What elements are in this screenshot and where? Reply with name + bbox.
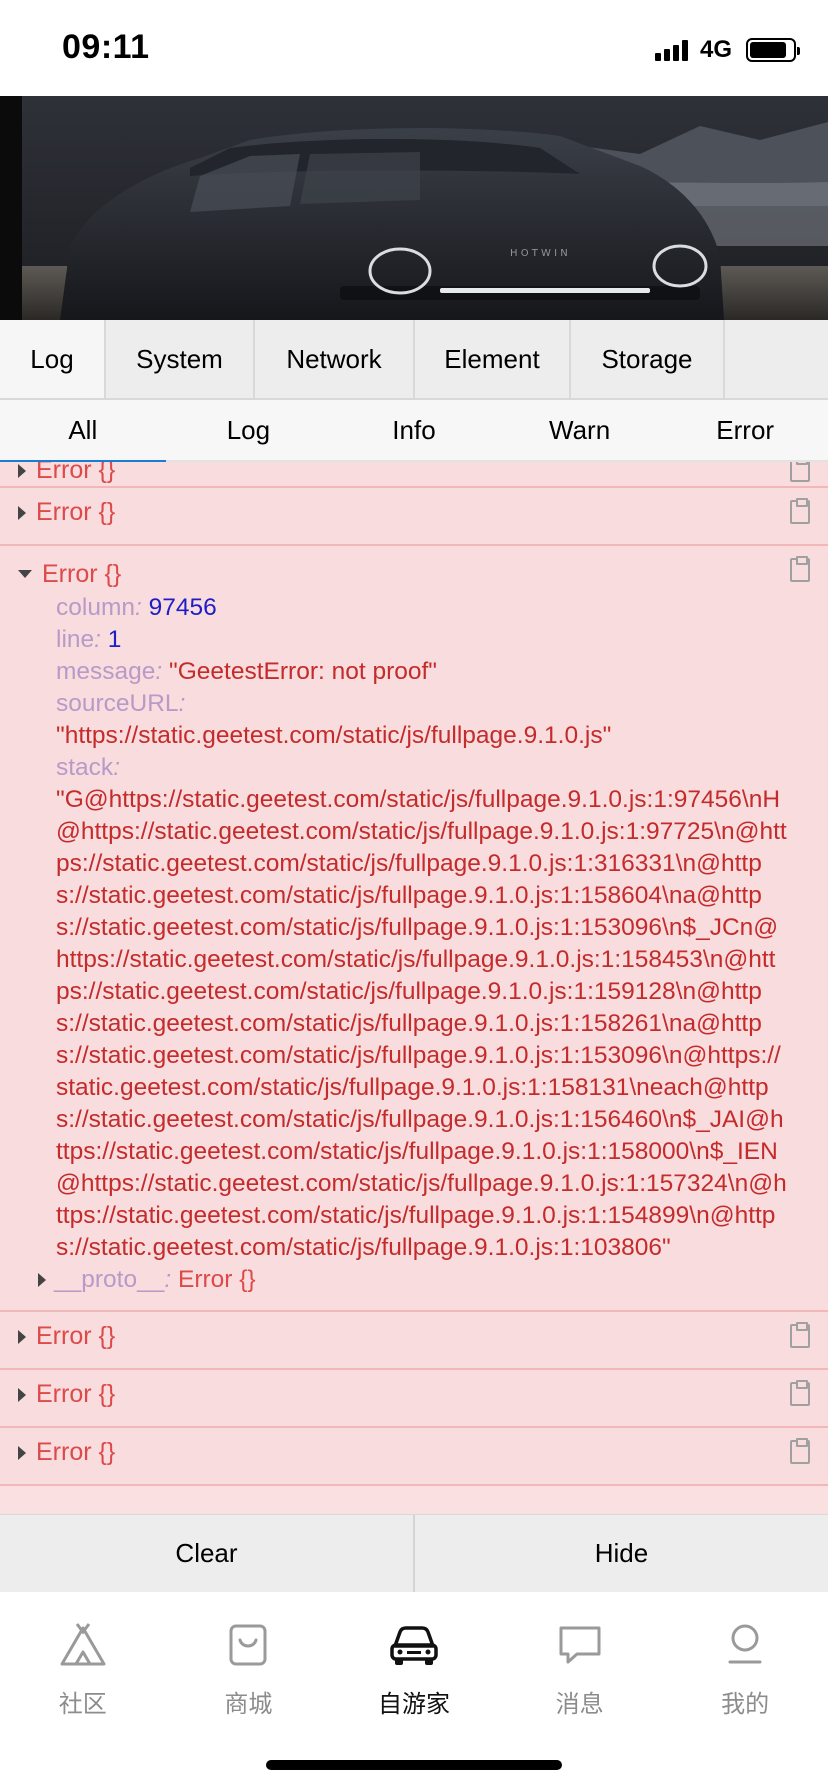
signal-icon [654, 39, 688, 61]
hide-button[interactable]: Hide [413, 1515, 828, 1592]
status-bar: 09:11 4G [0, 0, 828, 96]
car-illustration: H O T W I N [0, 96, 828, 320]
log-entry-label: Error {} [36, 462, 116, 484]
prop-stack: stack: "G@https://static.geetest.com/sta… [56, 754, 787, 1261]
log-entry-head[interactable]: Error {} [18, 462, 115, 485]
tab-log[interactable]: Log [0, 320, 106, 398]
copy-icon[interactable] [790, 556, 810, 582]
filter-log[interactable]: Log [166, 400, 332, 460]
app-tab-community[interactable]: 社区 [0, 1618, 166, 1722]
log-entry[interactable]: Error {} [0, 1370, 828, 1428]
log-entry-label: Error {} [36, 1380, 116, 1408]
app-tab-label: 自游家 [377, 1691, 450, 1718]
car-banner-image: H O T W I N [0, 96, 828, 320]
log-entry-label: Error {} [42, 559, 122, 588]
network-type: 4G [699, 36, 732, 63]
copy-icon[interactable] [790, 498, 810, 524]
app-tab-label: 我的 [721, 1691, 770, 1718]
app-tab-bar: 社区 商城 自游家 消息 我的 [0, 1592, 828, 1792]
expand-caret-icon[interactable] [18, 1445, 26, 1460]
expand-caret-icon[interactable] [18, 463, 26, 478]
log-entry-label: Error {} [36, 1438, 116, 1466]
tab-storage[interactable]: Storage [571, 320, 725, 398]
copy-icon[interactable] [790, 462, 810, 482]
app-tab-me[interactable]: 我的 [662, 1618, 828, 1722]
log-entry[interactable]: Error {} [0, 1312, 828, 1370]
log-entry-head[interactable]: Error {} [18, 1438, 115, 1467]
copy-icon[interactable] [790, 1322, 810, 1348]
filter-error[interactable]: Error [662, 400, 828, 460]
car-icon [390, 1626, 438, 1665]
prop-source-url: sourceURL: "https://static.geetest.com/s… [56, 690, 612, 749]
profile-icon [728, 1624, 762, 1664]
prop-message: message: "GeetestError: not proof" [56, 658, 438, 685]
prop-line: line: 1 [56, 626, 122, 653]
log-entry-head[interactable]: Error {} [18, 1380, 115, 1409]
home-indicator [266, 1760, 562, 1770]
log-entry-head[interactable]: Error {} [18, 1322, 115, 1351]
status-indicators: 4G [654, 36, 800, 64]
app-tab-label: 消息 [555, 1691, 604, 1718]
status-time: 09:11 [62, 28, 150, 66]
app-tab-self-drive[interactable]: 自游家 [331, 1618, 497, 1722]
log-entry-label: Error {} [36, 498, 116, 526]
svg-text:H O T W I N: H O T W I N [510, 248, 568, 259]
filter-warn[interactable]: Warn [497, 400, 663, 460]
log-entry-label: Error {} [36, 1322, 116, 1350]
app-tab-messages[interactable]: 消息 [497, 1618, 663, 1722]
copy-icon[interactable] [790, 1380, 810, 1406]
log-entry-head[interactable]: Error {} [18, 498, 115, 527]
log-filter-tabs: All Log Info Warn Error [0, 400, 828, 462]
chat-bubble-icon [559, 1626, 601, 1664]
prop-column: column: 97456 [56, 594, 217, 621]
error-object-properties: column: 97456 line: 1 message: "GeetestE… [0, 592, 828, 1264]
log-list: Error {} Error {} Error {} column: 97456… [0, 462, 828, 1514]
console-action-bar: Clear Hide [0, 1514, 828, 1592]
filter-info[interactable]: Info [331, 400, 497, 460]
console-main-tabs: Log System Network Element Storage [0, 320, 828, 400]
battery-icon [746, 38, 800, 62]
expand-caret-icon[interactable] [18, 505, 26, 520]
collapse-caret-icon[interactable] [18, 570, 32, 578]
expand-caret-icon[interactable] [18, 1387, 26, 1402]
tab-system[interactable]: System [106, 320, 255, 398]
tent-icon [60, 1623, 106, 1666]
log-entry-expanded[interactable]: Error {} column: 97456 line: 1 message: … [0, 546, 828, 1312]
clear-button[interactable]: Clear [0, 1515, 413, 1592]
tab-network[interactable]: Network [255, 320, 415, 398]
app-tab-mall[interactable]: 商城 [166, 1618, 332, 1722]
shopping-bag-icon [229, 1624, 267, 1666]
banner-side-strip [0, 96, 22, 320]
expand-caret-icon[interactable] [38, 1273, 46, 1287]
log-entry-head[interactable]: Error {} [0, 556, 828, 592]
log-entry[interactable]: Error {} [0, 462, 828, 488]
log-entry[interactable]: Error {} [0, 1428, 828, 1486]
copy-icon[interactable] [790, 1438, 810, 1464]
tab-element[interactable]: Element [415, 320, 571, 398]
app-tab-label: 商城 [224, 1691, 273, 1718]
filter-all[interactable]: All [0, 400, 166, 462]
app-tab-label: 社区 [58, 1691, 107, 1718]
prop-proto[interactable]: __proto__: Error {} [0, 1264, 828, 1296]
expand-caret-icon[interactable] [18, 1329, 26, 1344]
log-entry[interactable]: Error {} [0, 488, 828, 546]
